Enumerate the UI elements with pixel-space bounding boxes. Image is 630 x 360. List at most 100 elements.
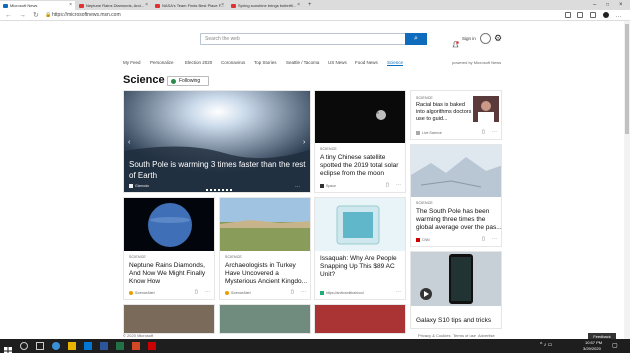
- settings-gear-icon[interactable]: ⚙: [494, 34, 502, 43]
- nav-science[interactable]: Science: [387, 60, 404, 66]
- user-avatar-icon[interactable]: [480, 33, 491, 44]
- ad-card[interactable]: Issaquah: Why Are People Snapping Up Thi…: [314, 197, 406, 300]
- more-options-icon[interactable]: ⋯: [492, 236, 497, 242]
- bookmark-icon[interactable]: ▯: [386, 182, 389, 188]
- search-box[interactable]: Search the web ⌕: [200, 33, 427, 45]
- back-icon[interactable]: ←: [5, 11, 12, 20]
- excel-icon[interactable]: [116, 342, 124, 350]
- card-category: SCIENCE: [320, 147, 337, 151]
- nav-top-stories[interactable]: Top Stories: [254, 60, 277, 65]
- notification-center-icon[interactable]: ▢: [612, 342, 618, 349]
- tray-icons[interactable]: ^ ♪ ▭: [540, 342, 552, 348]
- tab-nasa[interactable]: NASA's Team Finds Best Place F... ×: [152, 1, 227, 10]
- word-icon[interactable]: [100, 342, 108, 350]
- nav-us-news[interactable]: US News: [328, 60, 347, 65]
- maximize-icon[interactable]: □: [603, 1, 615, 10]
- nav-food-news[interactable]: Food News: [355, 60, 378, 65]
- card-title[interactable]: Galaxy S10 tips and tricks: [416, 317, 501, 325]
- card-source: Space: [320, 184, 336, 188]
- msn-icon: [3, 4, 8, 8]
- clock-date[interactable]: 3/29/2020: [583, 346, 601, 351]
- advertise-link[interactable]: Advertise: [478, 333, 495, 338]
- news-card[interactable]: Galaxy S10 tips and tricks: [410, 251, 502, 329]
- south-pole-image: [411, 145, 501, 197]
- privacy-link[interactable]: Privacy & Cookies: [418, 333, 450, 338]
- close-icon[interactable]: ×: [221, 1, 224, 10]
- bookmark-icon[interactable]: ▯: [482, 129, 485, 135]
- tab-microsoft-news[interactable]: Microsoft News ×: [0, 1, 75, 10]
- card-title[interactable]: Neptune Rains Diamonds, And Now We Might…: [129, 262, 214, 286]
- edge-icon[interactable]: [52, 342, 60, 350]
- collections-icon[interactable]: [577, 12, 583, 18]
- more-icon[interactable]: …: [615, 11, 622, 20]
- nav-personalize[interactable]: Personalize: [150, 60, 174, 65]
- url-field[interactable]: https://microsoftnews.msn.com: [52, 12, 572, 19]
- forward-icon[interactable]: →: [19, 11, 26, 20]
- close-icon[interactable]: ×: [69, 1, 72, 10]
- close-icon[interactable]: ×: [145, 1, 148, 10]
- carousel-prev-icon[interactable]: ‹: [128, 139, 130, 146]
- card-title[interactable]: The South Pole has been warming three ti…: [416, 208, 501, 232]
- powerpoint-icon[interactable]: [132, 342, 140, 350]
- close-icon[interactable]: ×: [297, 1, 300, 10]
- tab-spring[interactable]: Spring sunshine brings butterfli... ×: [228, 1, 303, 10]
- more-options-icon[interactable]: ⋯: [205, 289, 210, 295]
- search-input[interactable]: Search the web: [205, 34, 240, 44]
- card-title[interactable]: Racial bias is baked into algorithms doc…: [416, 102, 474, 123]
- more-options-icon[interactable]: ⋯: [301, 289, 306, 295]
- terms-link[interactable]: Terms of use: [453, 333, 476, 338]
- notifications-icon[interactable]: [452, 35, 459, 48]
- refresh-icon[interactable]: ↻: [33, 11, 39, 20]
- task-view-icon[interactable]: [36, 342, 44, 350]
- minimize-icon[interactable]: –: [590, 1, 602, 10]
- more-options-icon[interactable]: ⋯: [396, 289, 401, 295]
- hero-title[interactable]: South Pole is warming 3 times faster tha…: [129, 159, 309, 181]
- search-icon[interactable]: [20, 342, 28, 350]
- nav-my-feed[interactable]: My Feed: [123, 60, 141, 65]
- carousel-dots[interactable]: [206, 189, 234, 191]
- nav-seattle[interactable]: Seattle / Tacoma: [286, 60, 319, 65]
- news-card[interactable]: SCIENCE Archaeologists in Turkey Have Un…: [219, 197, 311, 300]
- news-card[interactable]: SCIENCE Neptune Rains Diamonds, And Now …: [123, 197, 215, 300]
- news-card-partial[interactable]: [314, 304, 406, 334]
- address-bar: ← → ↻ 🔒 https://microsoftnews.msn.com …: [0, 10, 630, 21]
- news-card[interactable]: SCIENCE The South Pole has been warming …: [410, 144, 502, 247]
- carousel-next-icon[interactable]: ›: [303, 139, 305, 146]
- powered-by: powered by Microsoft News: [452, 60, 502, 65]
- source-icon: [320, 184, 324, 188]
- profile-avatar[interactable]: [603, 12, 609, 18]
- nav-election[interactable]: Election 2020: [185, 60, 212, 65]
- hero-card[interactable]: South Pole is warming 3 times faster tha…: [123, 90, 311, 193]
- nav-coronavirus[interactable]: Coronavirus: [221, 60, 245, 65]
- more-options-icon[interactable]: ⋯: [295, 184, 300, 190]
- bookmark-icon[interactable]: ▯: [291, 289, 294, 295]
- sign-in-link[interactable]: Sign in: [462, 36, 476, 41]
- new-tab-button[interactable]: +: [305, 1, 313, 10]
- store-icon[interactable]: [84, 342, 92, 350]
- more-options-icon[interactable]: ⋯: [492, 129, 497, 135]
- bookmark-icon[interactable]: ▯: [482, 236, 485, 242]
- tab-neptune[interactable]: Neptune Rains Diamonds, And... ×: [76, 1, 151, 10]
- windows-start-icon[interactable]: [4, 342, 12, 355]
- reading-icon[interactable]: [590, 12, 596, 18]
- card-title[interactable]: Issaquah: Why Are People Snapping Up Thi…: [320, 255, 405, 279]
- close-window-icon[interactable]: ×: [616, 1, 628, 10]
- source-icon: [416, 238, 420, 242]
- search-button[interactable]: ⌕: [405, 33, 427, 45]
- news-icon: [79, 4, 84, 8]
- card-category: SCIENCE: [129, 255, 146, 259]
- bookmark-icon[interactable]: ▯: [195, 289, 198, 295]
- favorites-icon[interactable]: [565, 12, 571, 18]
- news-card-partial[interactable]: [123, 304, 215, 334]
- news-card-partial[interactable]: [219, 304, 311, 334]
- news-card[interactable]: SCIENCE Racial bias is baked into algori…: [410, 90, 502, 140]
- following-button[interactable]: Following: [167, 76, 209, 86]
- clock-time[interactable]: 10:57 PM: [585, 340, 602, 345]
- card-title[interactable]: Archaeologists in Turkey Have Uncovered …: [225, 262, 310, 286]
- scrollbar-thumb[interactable]: [625, 24, 629, 134]
- card-title[interactable]: A tiny Chinese satellite spotted the 201…: [320, 154, 405, 178]
- more-options-icon[interactable]: ⋯: [396, 182, 401, 188]
- file-explorer-icon[interactable]: [68, 342, 76, 350]
- app-icon[interactable]: [148, 342, 156, 350]
- news-card[interactable]: SCIENCE A tiny Chinese satellite spotted…: [314, 90, 406, 193]
